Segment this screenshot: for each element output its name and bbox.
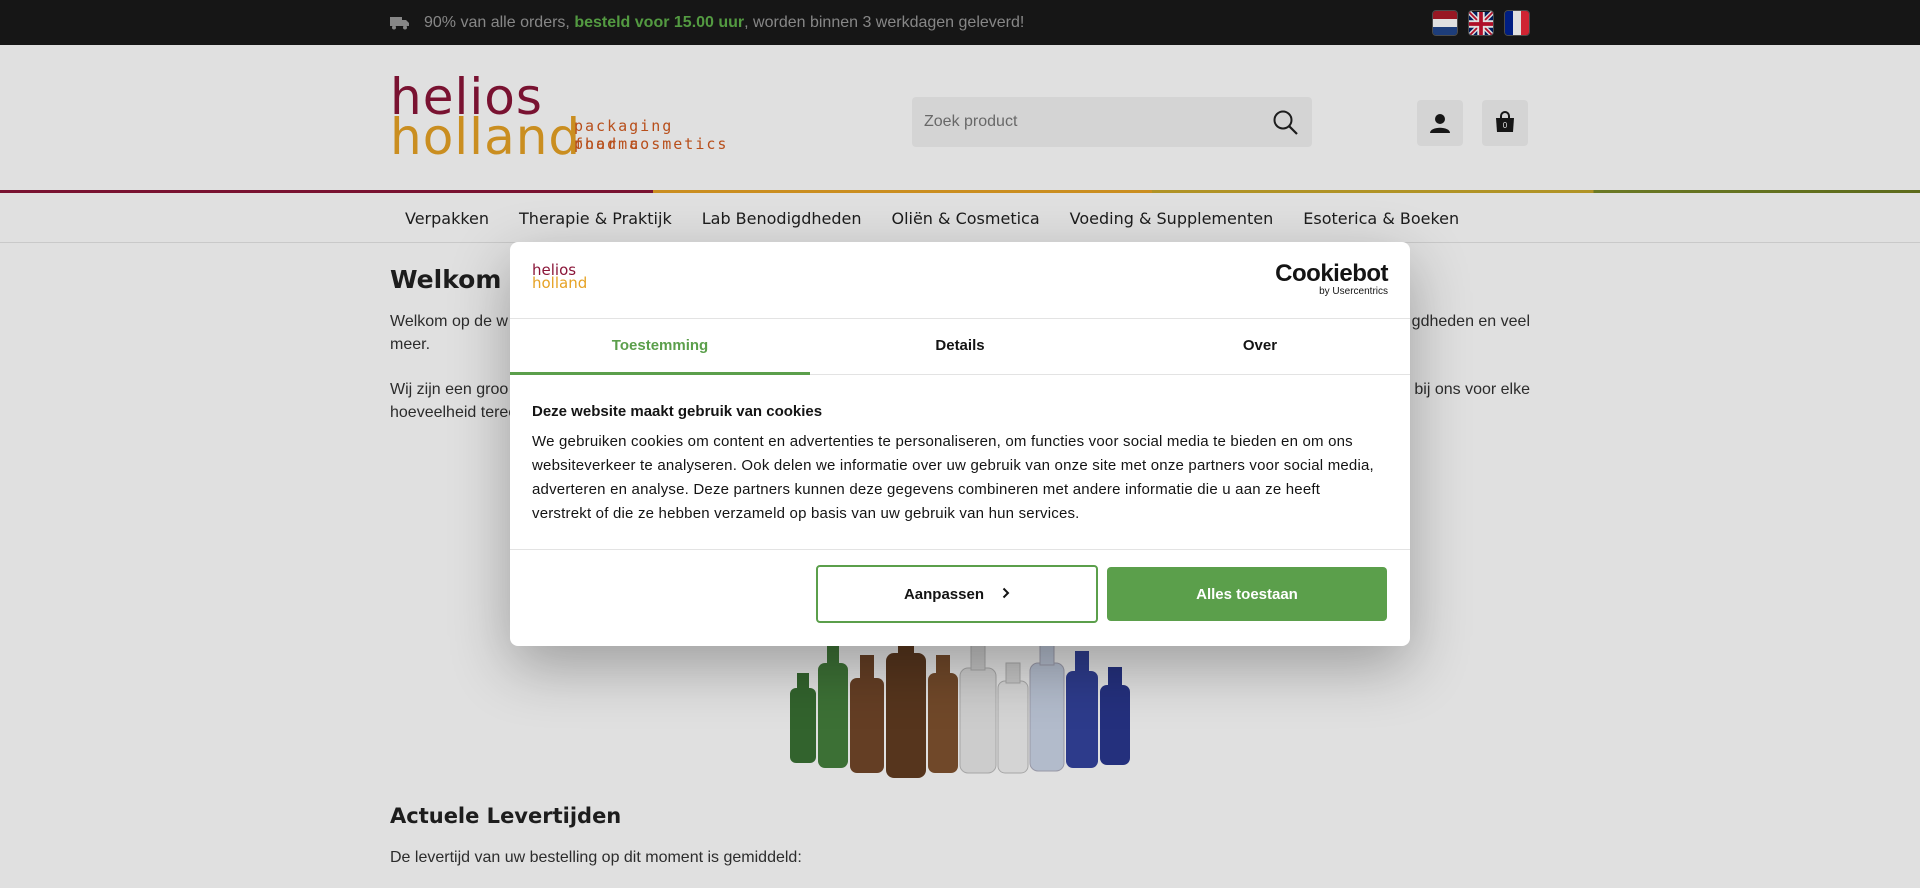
tab-over[interactable]: Over: [1110, 319, 1410, 374]
cookie-tabs: Toestemming Details Over: [510, 319, 1410, 375]
helios-holland-small-logo: helios holland: [532, 261, 588, 292]
chevron-right-icon: [1002, 586, 1010, 603]
cookiebot-logo[interactable]: Cookiebot by Usercentrics: [1275, 262, 1388, 298]
tab-details[interactable]: Details: [810, 319, 1110, 374]
dialog-header: helios holland Cookiebot by Usercentrics: [510, 242, 1410, 319]
dialog-divider: [510, 549, 1410, 550]
customize-button[interactable]: Aanpassen: [816, 565, 1098, 623]
cookie-description: We gebruiken cookies om content en adver…: [532, 433, 1374, 522]
allow-all-button[interactable]: Alles toestaan: [1107, 567, 1387, 621]
tab-toestemming[interactable]: Toestemming: [510, 319, 810, 375]
cookie-title: Deze website maakt gebruik van cookies: [532, 403, 823, 420]
cookie-consent-dialog: helios holland Cookiebot by Usercentrics…: [510, 242, 1410, 646]
